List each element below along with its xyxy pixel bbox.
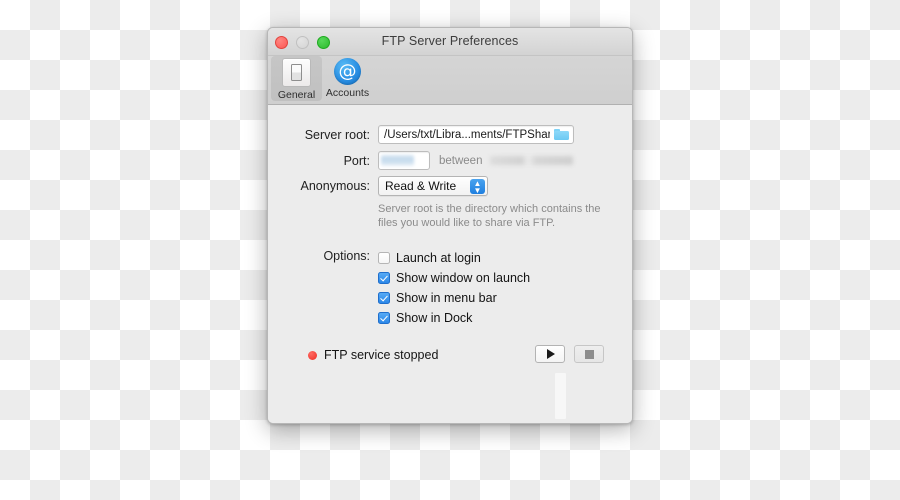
stop-service-button — [574, 345, 604, 363]
anonymous-row: Anonymous: Read & Write ▲ ▼ — [290, 176, 488, 196]
option-label: Show in Dock — [396, 310, 473, 325]
checkbox-checked-icon[interactable] — [378, 291, 390, 304]
option-show-in-dock[interactable]: Show in Dock — [378, 308, 530, 327]
anonymous-label: Anonymous: — [300, 179, 370, 193]
checkbox-checked-icon[interactable] — [378, 311, 390, 324]
options-list: Launch at login Show window on launch Sh… — [378, 248, 530, 328]
anonymous-select[interactable]: Read & Write ▲ ▼ — [378, 176, 488, 196]
server-root-row: Server root: /Users/txt/Libra...ments/FT… — [290, 125, 574, 144]
resize-handle[interactable] — [555, 373, 566, 419]
switch-icon — [282, 58, 311, 87]
server-root-input[interactable]: /Users/txt/Libra...ments/FTPShare — [378, 125, 574, 144]
preferences-toolbar: General @ Accounts — [268, 56, 632, 105]
option-show-window-on-launch[interactable]: Show window on launch — [378, 268, 530, 287]
port-value-redacted — [381, 155, 414, 166]
option-launch-at-login[interactable]: Launch at login — [378, 248, 530, 267]
option-label: Show window on launch — [396, 270, 531, 285]
toolbar-item-general[interactable]: General — [271, 56, 322, 101]
port-between-label: between — [439, 154, 483, 167]
toolbar-item-accounts-label: Accounts — [325, 87, 370, 99]
toolbar-item-general-label: General — [277, 89, 316, 101]
checkbox-icon[interactable] — [378, 251, 390, 264]
status-indicator-icon — [308, 350, 317, 360]
start-service-button[interactable] — [535, 345, 565, 363]
port-label: Port: — [343, 153, 370, 168]
option-label: Launch at login — [396, 250, 481, 265]
preferences-window: FTP Server Preferences General @ Account… — [267, 27, 633, 424]
option-label: Show in menu bar — [396, 290, 497, 305]
server-root-value: /Users/txt/Libra...ments/FTPShare — [384, 128, 550, 141]
service-status: FTP service stopped — [308, 348, 438, 362]
checkbox-checked-icon[interactable] — [378, 271, 390, 284]
options-label: Options: — [323, 249, 370, 263]
server-root-label: Server root: — [304, 127, 370, 142]
at-sign-icon: @ — [334, 58, 361, 85]
port-input[interactable] — [378, 151, 430, 170]
anonymous-selected-value: Read & Write — [385, 179, 457, 193]
port-range-redacted — [490, 156, 574, 165]
general-pane: Server root: /Users/txt/Libra...ments/FT… — [268, 105, 632, 423]
service-controls — [535, 345, 604, 363]
toolbar-item-accounts[interactable]: @ Accounts — [322, 56, 373, 99]
status-text: FTP service stopped — [324, 348, 439, 362]
window-titlebar: FTP Server Preferences — [268, 28, 632, 56]
chevron-updown-icon: ▲ ▼ — [470, 178, 485, 194]
option-show-in-menu-bar[interactable]: Show in menu bar — [378, 288, 530, 307]
play-icon — [547, 349, 555, 359]
server-root-help-text: Server root is the directory which conta… — [378, 203, 601, 229]
folder-icon[interactable] — [554, 129, 569, 140]
stop-icon — [584, 349, 594, 359]
port-row: Port: between — [290, 151, 574, 170]
window-title: FTP Server Preferences — [381, 34, 519, 48]
